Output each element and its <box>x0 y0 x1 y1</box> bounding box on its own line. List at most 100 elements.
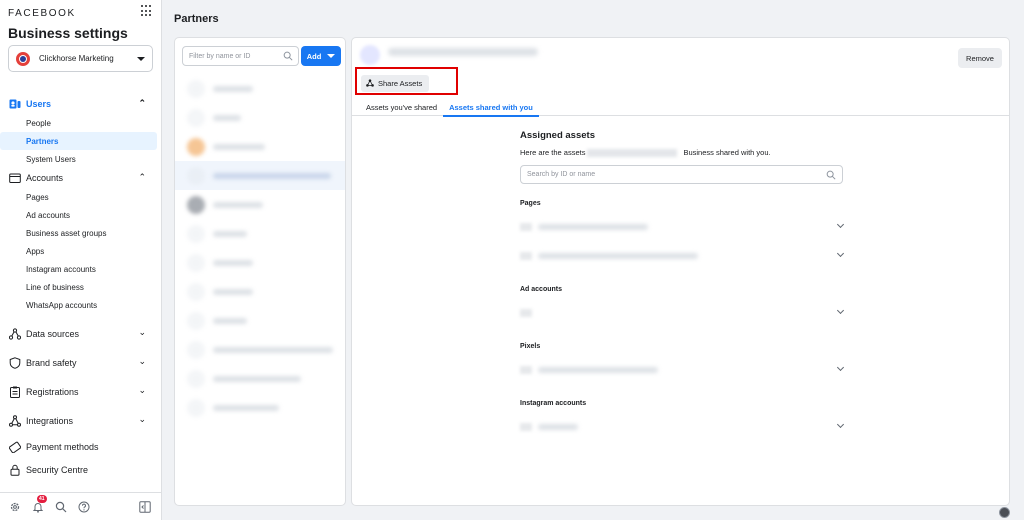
nav-section-brand-safety[interactable]: Brand safety ⌄ <box>0 348 161 377</box>
language-globe-icon[interactable] <box>999 507 1010 518</box>
asset-row[interactable] <box>520 412 845 441</box>
list-item[interactable] <box>175 219 345 248</box>
business-avatar <box>16 51 30 66</box>
remove-button[interactable]: Remove <box>958 48 1002 68</box>
sidebar-item-whatsapp-accounts[interactable]: WhatsApp accounts <box>0 296 157 314</box>
asset-row[interactable] <box>520 298 845 327</box>
description-prefix: Here are the assets <box>520 148 586 157</box>
credit-card-icon <box>9 441 21 453</box>
chevron-down-icon: ⌄ <box>138 327 146 337</box>
nav-section-payment-methods[interactable]: Payment methods <box>0 435 161 458</box>
business-name: Clickhorse Marketing <box>39 54 114 63</box>
list-item[interactable] <box>175 364 345 393</box>
list-item[interactable] <box>175 74 345 103</box>
asset-row[interactable] <box>520 355 845 384</box>
sidebar-item-instagram-accounts[interactable]: Instagram accounts <box>0 260 157 278</box>
list-item[interactable] <box>175 248 345 277</box>
assigned-assets: Assigned assets Here are the assets Busi… <box>520 130 845 441</box>
assigned-assets-description: Here are the assets Business shared with… <box>520 148 843 157</box>
facebook-brand: FACEBOOK <box>8 8 76 19</box>
integrations-icon <box>9 414 21 427</box>
collapse-sidebar-icon[interactable] <box>139 501 151 513</box>
users-icon <box>9 98 21 110</box>
sidebar-item-pages[interactable]: Pages <box>0 188 157 206</box>
nav-section-label: Payment methods <box>26 441 99 452</box>
sidebar-item-business-asset-groups[interactable]: Business asset groups <box>0 224 157 242</box>
partner-name-redacted <box>388 48 538 56</box>
apps-grid-icon[interactable] <box>141 5 153 17</box>
chevron-down-icon[interactable] <box>836 420 845 429</box>
settings-nav: Users ⌃ People Partners System Users Acc… <box>0 94 161 481</box>
notification-badge: 41 <box>37 494 47 503</box>
page-heading: Business settings <box>8 25 128 41</box>
chevron-down-icon <box>137 56 145 61</box>
gear-icon[interactable] <box>9 501 21 513</box>
list-item[interactable] <box>175 277 345 306</box>
sidebar-item-system-users[interactable]: System Users <box>0 150 157 168</box>
highlight-box <box>355 67 458 95</box>
nav-section-data-sources[interactable]: Data sources ⌄ <box>0 319 161 348</box>
list-item[interactable] <box>175 190 345 219</box>
list-item-selected[interactable] <box>175 161 345 190</box>
chevron-down-icon[interactable] <box>836 306 845 315</box>
chevron-down-icon[interactable] <box>836 363 845 372</box>
data-sources-icon <box>9 327 21 340</box>
partner-avatar <box>360 45 380 65</box>
chevron-down-icon[interactable] <box>836 220 845 229</box>
category-pixels: Pixels <box>520 343 541 350</box>
add-button-label: Add <box>306 51 322 61</box>
list-item[interactable] <box>175 335 345 364</box>
bell-icon[interactable]: 41 <box>32 494 47 513</box>
list-item[interactable] <box>175 306 345 335</box>
nav-section-security-centre[interactable]: Security Centre <box>0 458 161 481</box>
chevron-up-icon: ⌃ <box>138 172 146 182</box>
list-item[interactable] <box>175 132 345 161</box>
lock-icon <box>9 464 21 476</box>
list-item[interactable] <box>175 103 345 132</box>
asset-row[interactable] <box>520 212 845 241</box>
partner-name-redacted <box>587 148 678 157</box>
category-ad-accounts: Ad accounts <box>520 286 563 293</box>
nav-section-accounts[interactable]: Accounts ⌃ <box>0 168 161 188</box>
filter-input[interactable]: Filter by name or ID <box>182 46 299 66</box>
nav-section-integrations[interactable]: Integrations ⌄ <box>0 406 161 435</box>
chevron-down-icon: ⌄ <box>138 385 146 395</box>
add-partner-button[interactable]: Add <box>301 46 341 66</box>
business-selector[interactable]: Clickhorse Marketing <box>8 45 153 72</box>
search-icon[interactable] <box>55 501 67 513</box>
assigned-assets-title: Assigned assets <box>520 130 595 141</box>
accounts-icon <box>9 172 21 184</box>
asset-search-input[interactable]: Search by ID or name <box>520 165 843 184</box>
sidebar-item-people[interactable]: People <box>0 114 157 132</box>
asset-row[interactable] <box>520 241 845 270</box>
sidebar: FACEBOOK Business settings Clickhorse Ma… <box>0 0 162 520</box>
sidebar-item-partners[interactable]: Partners <box>0 132 157 150</box>
partner-list-panel: Filter by name or ID Add <box>174 37 346 506</box>
tab-assets-shared-with-you[interactable]: Assets shared with you <box>443 98 539 117</box>
chevron-down-icon: ⌄ <box>138 414 146 424</box>
category-pages: Pages <box>520 200 541 207</box>
category-instagram-accounts: Instagram accounts <box>520 400 587 407</box>
clipboard-icon <box>9 386 21 398</box>
partner-detail-panel: Remove Share Assets Assets you've shared… <box>351 37 1010 506</box>
chevron-down-icon: ⌄ <box>138 356 146 366</box>
tab-assets-youve-shared[interactable]: Assets you've shared <box>360 98 443 116</box>
chevron-up-icon: ⌃ <box>138 98 146 108</box>
sidebar-item-line-of-business[interactable]: Line of business <box>0 278 157 296</box>
sidebar-footer: 41 <box>0 492 161 520</box>
partner-list <box>175 74 345 422</box>
list-item[interactable] <box>175 393 345 422</box>
asset-search-placeholder: Search by ID or name <box>527 171 596 178</box>
asset-tabs: Assets you've shared Assets shared with … <box>352 98 1009 117</box>
sidebar-item-ad-accounts[interactable]: Ad accounts <box>0 206 157 224</box>
nav-section-registrations[interactable]: Registrations ⌄ <box>0 377 161 406</box>
search-icon <box>283 51 293 63</box>
help-icon[interactable] <box>78 501 90 513</box>
sidebar-item-apps[interactable]: Apps <box>0 242 157 260</box>
description-suffix: Business shared with you. <box>683 148 771 157</box>
shield-icon <box>9 356 21 369</box>
chevron-down-icon[interactable] <box>836 249 845 258</box>
nav-section-users[interactable]: Users ⌃ <box>0 94 161 114</box>
page-title: Partners <box>174 13 219 25</box>
nav-section-label: Security Centre <box>26 464 89 475</box>
